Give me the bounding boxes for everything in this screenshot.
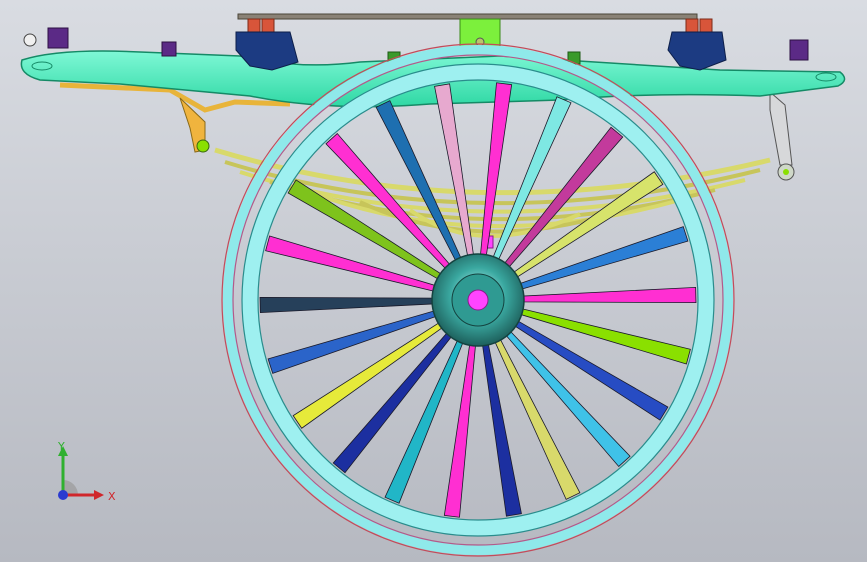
wheel-assembly[interactable]: [221, 43, 735, 557]
wheel-spoke[interactable]: [517, 286, 697, 304]
axis-triad: Y X: [57, 440, 116, 503]
spring-coil-left[interactable]: [247, 18, 275, 34]
z-axis-icon: [58, 490, 68, 500]
top-bar[interactable]: [237, 13, 698, 20]
y-axis-label: Y: [57, 440, 65, 453]
wheel-spoke[interactable]: [434, 83, 475, 262]
x-axis-label: X: [108, 490, 116, 503]
wheel-spoke[interactable]: [259, 296, 439, 314]
axle-center[interactable]: [467, 289, 489, 311]
spring-coil-right[interactable]: [685, 18, 713, 34]
hanger-bracket-right[interactable]: [667, 31, 727, 71]
clamp-right-end[interactable]: [789, 39, 809, 61]
wheel-spoke[interactable]: [481, 338, 522, 517]
shackle-right[interactable]: [769, 90, 795, 181]
clamp-left-mid[interactable]: [161, 41, 177, 57]
cad-viewport[interactable]: [0, 0, 867, 562]
clamp-left-end[interactable]: [23, 27, 69, 49]
